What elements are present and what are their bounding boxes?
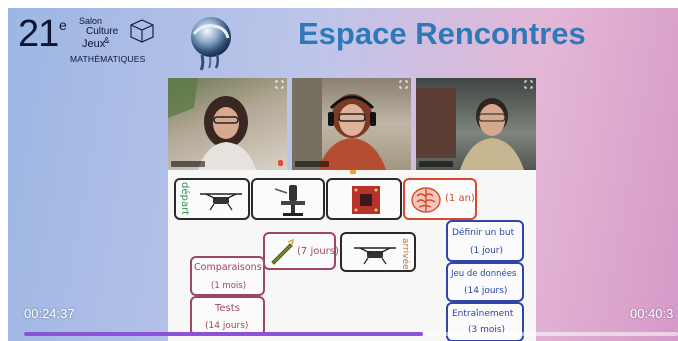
expand-icon[interactable]	[524, 80, 533, 89]
circuit-board-card	[326, 178, 402, 220]
drone-icon	[354, 247, 396, 265]
participant-video-1[interactable]	[168, 78, 287, 170]
progress-fill[interactable]	[24, 332, 423, 336]
drone-arrival-card: arrivée	[340, 232, 416, 272]
champagne-card: (7 jours)	[263, 232, 339, 270]
left-border	[0, 0, 8, 341]
cube-icon	[130, 19, 154, 43]
total-time: 00:40:3	[630, 306, 674, 321]
logo-number: 21	[18, 13, 59, 55]
expand-icon[interactable]	[275, 80, 284, 89]
logo-jeux: Jeux	[82, 38, 106, 50]
microscope-card	[251, 178, 325, 220]
participant-video-3[interactable]	[416, 78, 536, 170]
video-player[interactable]: 21 e Salon Culture Jeux & MATHÉMATIQUES …	[0, 0, 678, 341]
tests-card: Tests (14 jours)	[190, 296, 265, 336]
pointer-marker	[350, 170, 356, 174]
microscope-icon	[274, 185, 305, 216]
progress-track[interactable]	[24, 332, 678, 336]
comparaisons-duration: (1 mois)	[211, 281, 247, 291]
definir-label: Définir un but	[452, 228, 515, 238]
logo-salon: Salon	[79, 16, 103, 26]
drone-icon	[200, 193, 242, 211]
jeu-label: Jeu de données	[451, 269, 517, 279]
logo-superscript: e	[59, 17, 67, 33]
participant-3-image	[416, 88, 524, 170]
champagne-duration: (7 jours)	[297, 246, 339, 257]
arrivee-label: arrivée	[400, 238, 410, 270]
drone-card: départ	[174, 178, 250, 220]
circuit-board-icon	[352, 186, 380, 214]
comparaisons-card: Comparaisons (1 mois)	[190, 256, 265, 296]
tests-duration: (14 jours)	[205, 321, 249, 331]
current-time: 00:24:37	[24, 306, 75, 321]
logo-mathematiques: MATHÉMATIQUES	[70, 54, 146, 64]
logo-culture: Culture	[86, 26, 119, 37]
brain-icon	[411, 187, 441, 213]
entrainement-label: Entraînement	[452, 309, 514, 319]
jeu-duration: (14 jours)	[464, 286, 508, 296]
brain-card: (1 an)	[403, 178, 477, 220]
participant-1-image	[168, 78, 256, 170]
top-border	[0, 0, 678, 8]
jeu-card: Jeu de données (14 jours)	[446, 262, 524, 302]
champagne-bottle-icon	[271, 238, 295, 265]
shared-whiteboard: départ (1 an) (7 jours) arrivée Comparai…	[168, 170, 536, 341]
tests-label: Tests	[215, 303, 240, 314]
comparaisons-label: Comparaisons	[194, 262, 262, 273]
participant-name-tag	[295, 161, 329, 167]
water-globe-icon	[191, 17, 231, 71]
expand-icon[interactable]	[399, 80, 408, 89]
logo-ampersand: &	[104, 36, 110, 45]
definir-duration: (1 jour)	[470, 246, 504, 256]
definir-card: Définir un but (1 jour)	[446, 220, 524, 262]
microphone-muted-icon	[278, 160, 283, 166]
brain-duration: (1 an)	[445, 193, 475, 204]
participant-name-tag	[171, 161, 205, 167]
salon-logo: 21 e Salon Culture Jeux & MATHÉMATIQUES	[18, 14, 168, 74]
depart-label: départ	[179, 182, 190, 216]
page-title: Espace Rencontres	[298, 16, 586, 51]
participant-2-image	[292, 78, 386, 170]
participant-name-tag	[419, 161, 453, 167]
participant-video-2[interactable]	[292, 78, 411, 170]
